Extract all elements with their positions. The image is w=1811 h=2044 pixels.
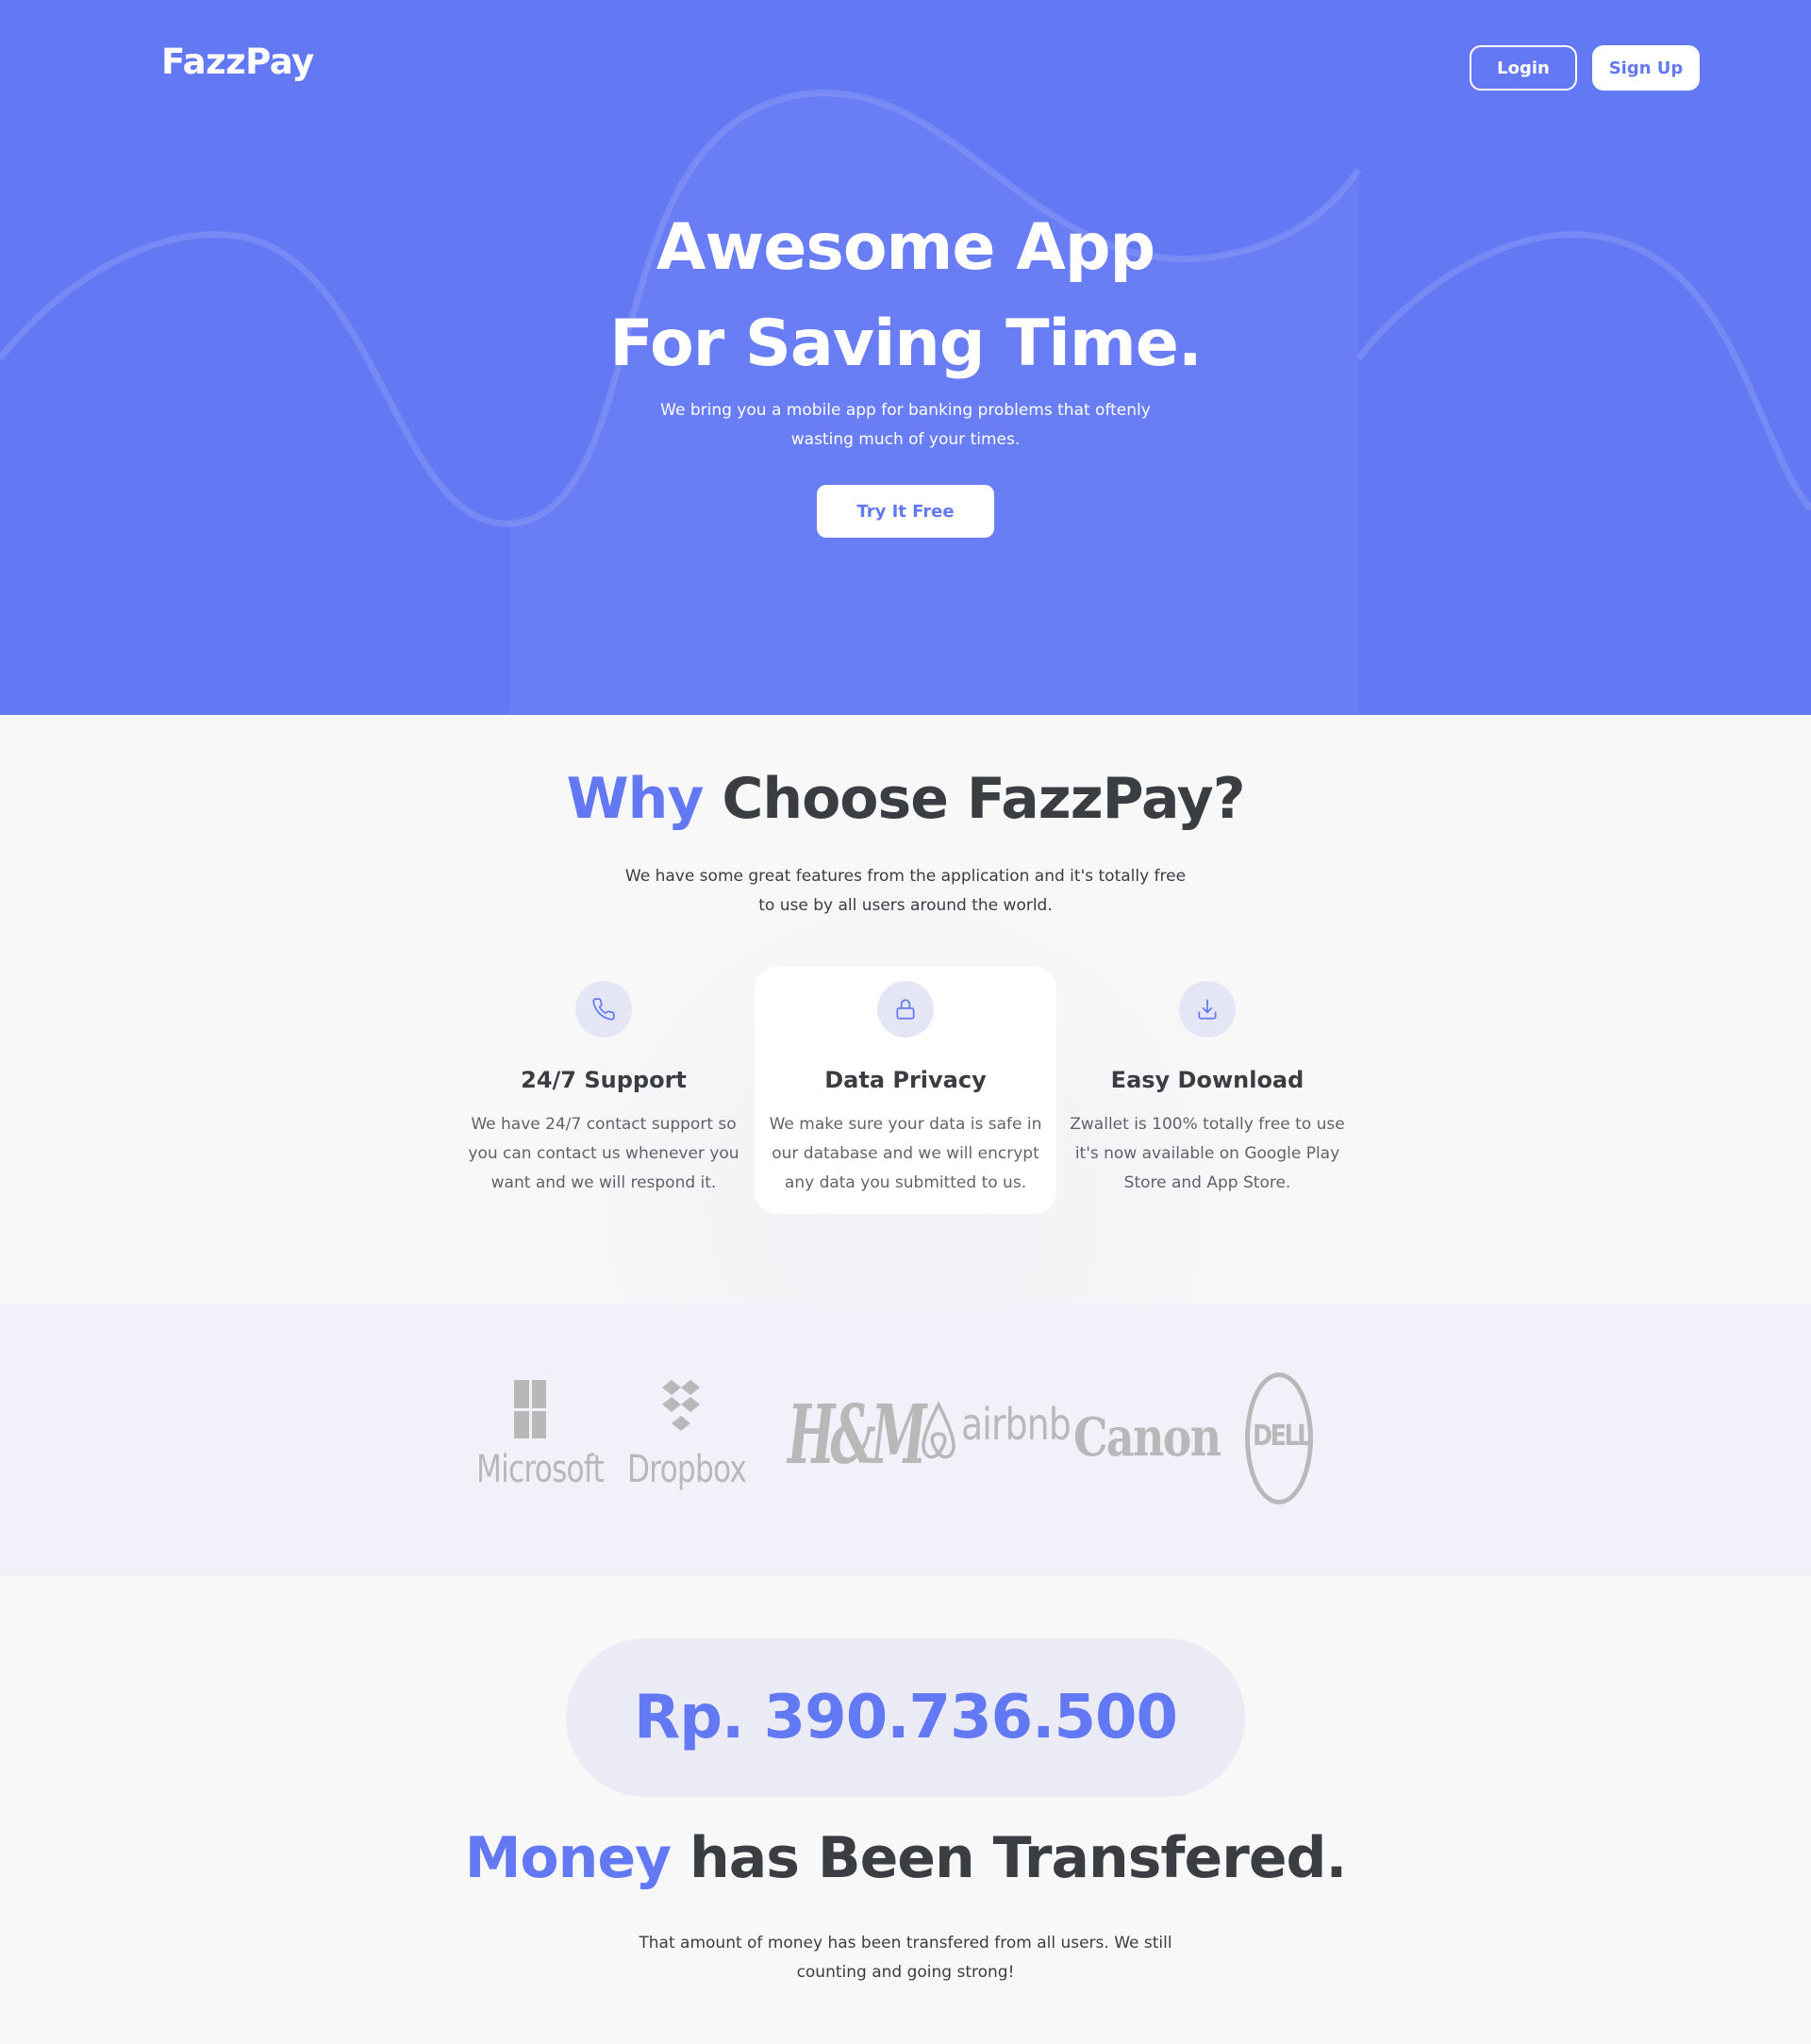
why-title-accent: Why [566,766,704,832]
microsoft-logo: Microsoft [476,1380,605,1512]
hero-section: FazzPay Login Sign Up Awesome App For Sa… [0,0,1811,715]
why-title: Why Choose FazzPay? [434,766,1377,832]
microsoft-grid-icon [514,1380,546,1438]
hero-title-line1: Awesome App [656,210,1155,285]
feature-title: Data Privacy [824,1067,987,1093]
lock-icon [877,981,934,1038]
hero-subtitle: We bring you a mobile app for banking pr… [660,401,1151,449]
dropbox-logo: Dropbox [627,1380,750,1512]
dell-logo: DELL [1245,1372,1313,1504]
partner-name: Dropbox [627,1448,747,1491]
feature-title: Easy Download [1110,1067,1304,1093]
download-icon [1179,981,1236,1038]
partner-name: DELL [1253,1420,1312,1453]
feature-card-privacy: Data Privacy We make sure your data is s… [755,967,1056,1214]
partner-name: airbnb [961,1399,1072,1450]
feature-text: Zwallet is 100% totally free to use it's… [1070,1115,1345,1192]
canon-logo: Canon [1073,1406,1221,1469]
money-title-accent: Money [464,1825,672,1891]
login-button[interactable]: Login [1470,45,1577,91]
airbnb-logo: airbnb [920,1399,1072,1474]
why-title-rest: Choose FazzPay? [703,766,1245,832]
feature-text: We make sure your data is safe in our da… [769,1115,1042,1192]
dropbox-icon [662,1380,700,1431]
why-subtitle: We have some great features from the app… [624,867,1187,915]
try-free-button[interactable]: Try It Free [817,485,994,538]
money-title-rest: has Been Transfered. [671,1825,1347,1891]
hero-title: Awesome App For Saving Time. [528,200,1283,392]
money-amount-pill: Rp. 390.736.500 [566,1638,1245,1797]
feature-title: 24/7 Support [521,1067,687,1093]
partners-section: Microsoft Dropbox H&M airbnb Canon DELL [0,1305,1811,1576]
partner-name: Microsoft [476,1448,605,1491]
feature-card-download: Easy Download Zwallet is 100% totally fr… [1056,967,1358,1214]
money-subtitle: That amount of money has been transfered… [639,1934,1172,1982]
money-title: Money has Been Transfered. [396,1825,1415,1891]
phone-icon [575,981,632,1038]
feature-text: We have 24/7 contact support so you can … [468,1115,739,1192]
hero-title-line2: For Saving Time. [609,307,1202,381]
airbnb-icon [922,1401,955,1459]
signup-button[interactable]: Sign Up [1592,45,1700,91]
hm-logo: H&M [788,1388,927,1483]
feature-card-support: 24/7 Support We have 24/7 contact suppor… [453,967,755,1214]
money-amount: Rp. 390.736.500 [633,1683,1178,1753]
brand-logo[interactable]: FazzPay [161,42,314,82]
